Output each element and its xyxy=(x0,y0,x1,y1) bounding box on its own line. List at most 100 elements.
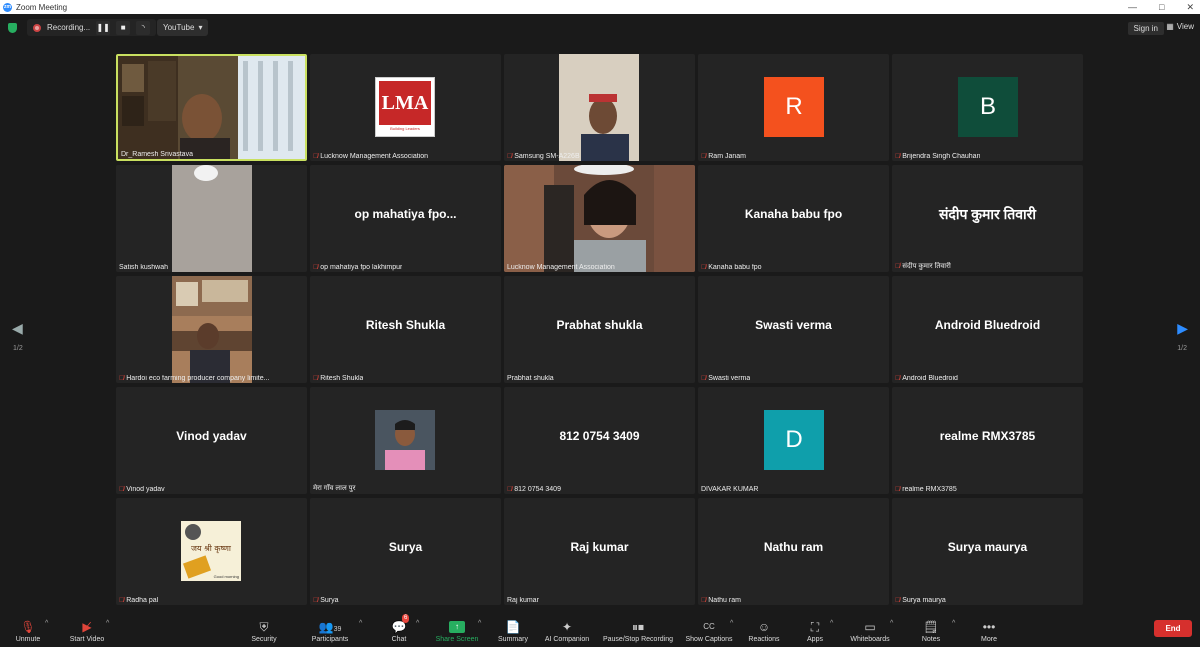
chat-caret-icon[interactable]: ^ xyxy=(416,620,419,627)
apps-caret-icon[interactable]: ^ xyxy=(830,620,833,627)
shield-icon[interactable] xyxy=(8,23,17,33)
unmute-button[interactable]: 🎙 Unmute xyxy=(10,612,46,647)
participant-name: Hardoi eco farming producer company limi… xyxy=(126,375,270,382)
pause-stop-icon: ⏸⏹ xyxy=(631,620,644,634)
more-button[interactable]: ••• More xyxy=(976,612,1002,647)
participant-name: Android Bluedroid xyxy=(902,375,958,382)
maximize-button[interactable]: □ xyxy=(1159,0,1164,14)
participant-tile[interactable]: Kanaha babu fpo 🎙̸ Kanaha babu fpo xyxy=(698,165,889,272)
avatar: D xyxy=(764,410,824,470)
participant-tile[interactable]: Nathu ram 🎙̸ Nathu ram xyxy=(698,498,889,605)
reactions-button[interactable]: ☺ Reactions xyxy=(746,612,782,647)
close-button[interactable]: ✕ xyxy=(1186,0,1194,14)
participants-icon: 👥39 xyxy=(318,620,342,634)
notes-icon: 🗒 xyxy=(923,620,939,634)
previous-page-arrow-icon[interactable]: ◀ xyxy=(12,320,23,337)
participant-name-label: 🎙̸ Swasti verma xyxy=(701,375,750,382)
video-feed-samsung xyxy=(559,54,639,161)
participant-name: Kanaha babu fpo xyxy=(708,264,762,271)
stop-recording-button[interactable]: ■ xyxy=(116,20,131,35)
participant-name-label: Lucknow Management Association xyxy=(507,264,615,271)
captions-caret-icon[interactable]: ^ xyxy=(730,620,733,627)
notes-button[interactable]: 🗒 Notes xyxy=(918,612,944,647)
participant-name-label: 🎙̸ Brijendra Singh Chauhan xyxy=(895,153,980,160)
pause-stop-recording-button[interactable]: ⏸⏹ Pause/Stop Recording xyxy=(600,612,676,647)
participant-name: मेरा गाँव लाल पुर xyxy=(313,485,356,492)
participant-tile[interactable]: Android Bluedroid 🎙̸ Android Bluedroid xyxy=(892,276,1083,383)
participant-tile[interactable]: 🎙̸ Samsung SM-A226B xyxy=(504,54,695,161)
recording-label: Recording... xyxy=(47,23,91,32)
minimize-button[interactable]: — xyxy=(1128,0,1137,14)
participant-tile[interactable]: Vinod yadav 🎙̸ Vinod yadav xyxy=(116,387,307,494)
participant-tile[interactable]: 🎙̸ Hardoi eco farming producer company l… xyxy=(116,276,307,383)
end-meeting-button[interactable]: End xyxy=(1154,620,1192,637)
more-dots-icon: ••• xyxy=(982,620,996,634)
chevron-down-icon: ▾ xyxy=(198,23,203,32)
muted-mic-icon: 🎙̸ xyxy=(701,153,707,160)
participant-tile[interactable]: Surya 🎙̸ Surya xyxy=(310,498,501,605)
participant-tile[interactable]: 812 0754 3409 🎙̸ 812 0754 3409 xyxy=(504,387,695,494)
participant-tile[interactable]: LMA Building Leaders 🎙̸ Lucknow Manageme… xyxy=(310,54,501,161)
participant-name-label: 🎙̸ op mahatiya fpo lakhimpur xyxy=(313,264,402,271)
participants-caret-icon[interactable]: ^ xyxy=(359,620,362,627)
show-captions-button[interactable]: CC Show Captions xyxy=(684,612,734,647)
whiteboard-icon: ▭ xyxy=(864,620,876,634)
share-screen-button[interactable]: ↑ Share Screen xyxy=(434,612,480,647)
muted-mic-icon: 🎙̸ xyxy=(895,263,901,270)
whiteboards-button[interactable]: ▭ Whiteboards xyxy=(847,612,893,647)
youtube-dropdown[interactable]: YouTube ▾ xyxy=(157,19,209,36)
participant-tile[interactable]: Raj kumar Raj kumar xyxy=(504,498,695,605)
participant-name-label: Prabhat shukla xyxy=(507,375,554,382)
view-label: View xyxy=(1176,22,1194,31)
view-button[interactable]: ▦ View xyxy=(1166,22,1194,31)
participant-name: Brijendra Singh Chauhan xyxy=(902,153,981,160)
avatar-caption: जय श्री कृष्णा xyxy=(191,544,231,553)
participant-tile[interactable]: realme RMX3785 🎙̸ realme RMX3785 xyxy=(892,387,1083,494)
muted-mic-icon: 🎙̸ xyxy=(313,264,319,271)
pause-recording-button[interactable]: ❚❚ xyxy=(96,20,111,35)
livestream-icon[interactable]: ◝ xyxy=(136,20,151,35)
lma-logo: LMA Building Leaders xyxy=(375,77,435,137)
gallery-grid: Dr_Ramesh Srivastava LMA Building Leader… xyxy=(116,54,1083,606)
participant-tile[interactable]: Dr_Ramesh Srivastava xyxy=(116,54,307,161)
audio-options-caret-icon[interactable]: ^ xyxy=(45,620,48,627)
summary-icon: 📄 xyxy=(505,620,521,634)
sign-in-button[interactable]: Sign in xyxy=(1127,22,1164,35)
participant-tile[interactable]: Lucknow Management Association xyxy=(504,165,695,272)
participant-tile[interactable]: op mahatiya fpo... 🎙̸ op mahatiya fpo la… xyxy=(310,165,501,272)
summary-button[interactable]: 📄 Summary xyxy=(495,612,531,647)
sparkle-icon: ✦ xyxy=(561,620,573,634)
avatar-subcaption: Good morning xyxy=(213,574,239,579)
participant-name-label: DIVAKAR KUMAR xyxy=(701,486,758,493)
participant-tile[interactable]: R 🎙̸ Ram Janam xyxy=(698,54,889,161)
participant-tile[interactable]: Swasti verma 🎙̸ Swasti verma xyxy=(698,276,889,383)
notes-caret-icon[interactable]: ^ xyxy=(952,620,955,627)
participant-tile[interactable]: जय श्री कृष्णा Good morning 🎙̸ Radha pal xyxy=(116,498,307,605)
participant-name: Nathu ram xyxy=(708,597,741,604)
share-caret-icon[interactable]: ^ xyxy=(478,620,481,627)
participant-name-label: 🎙̸ Surya xyxy=(313,597,339,604)
chat-button[interactable]: 💬 Chat 6 xyxy=(386,612,412,647)
show-captions-label: Show Captions xyxy=(685,636,733,643)
participants-button[interactable]: 👥39 Participants xyxy=(308,612,352,647)
zoom-logo-icon: zm xyxy=(3,2,12,12)
participant-tile[interactable]: D DIVAKAR KUMAR xyxy=(698,387,889,494)
participant-tile[interactable]: Prabhat shukla Prabhat shukla xyxy=(504,276,695,383)
video-off-icon: ▶̸ xyxy=(82,620,92,634)
ai-companion-button[interactable]: ✦ AI Companion xyxy=(540,612,594,647)
participant-tile[interactable]: Ritesh Shukla 🎙̸ Ritesh Shukla xyxy=(310,276,501,383)
whiteboards-caret-icon[interactable]: ^ xyxy=(890,620,893,627)
security-button[interactable]: ⛨ Security xyxy=(248,612,280,647)
participant-tile[interactable]: मेरा गाँव लाल पुर xyxy=(310,387,501,494)
start-video-button[interactable]: ▶̸ Start Video xyxy=(64,612,110,647)
participant-tile[interactable]: Satish kushwah xyxy=(116,165,307,272)
more-label: More xyxy=(981,636,997,643)
video-options-caret-icon[interactable]: ^ xyxy=(106,620,109,627)
participant-tile[interactable]: Surya maurya 🎙̸ Surya maurya xyxy=(892,498,1083,605)
lma-logo-text: LMA xyxy=(379,81,431,125)
participant-tile[interactable]: B 🎙̸ Brijendra Singh Chauhan xyxy=(892,54,1083,161)
participant-name-label: 🎙̸ Ram Janam xyxy=(701,153,746,160)
participant-tile[interactable]: संदीप कुमार तिवारी 🎙̸ संदीप कुमार तिवारी xyxy=(892,165,1083,272)
next-page-arrow-icon[interactable]: ▶ xyxy=(1177,320,1188,337)
apps-button[interactable]: ⛶ Apps xyxy=(802,612,828,647)
